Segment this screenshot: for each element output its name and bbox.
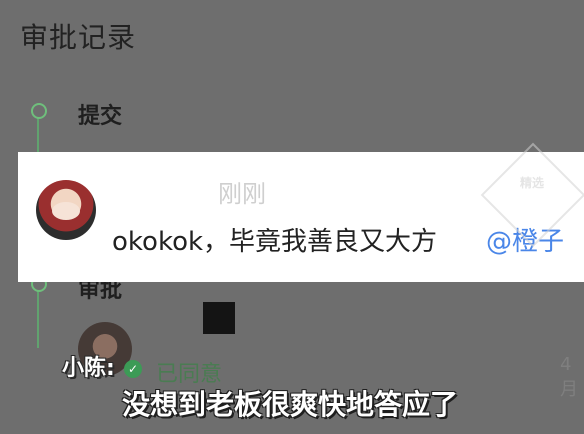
notification-time: 刚刚 <box>218 180 266 208</box>
watermark-text: 精选 <box>519 176 544 190</box>
message-notification[interactable]: 刚刚 okokok，毕竟我善良又大方 @橙子 <box>18 152 584 282</box>
step-label-submit: 提交 <box>78 104 123 129</box>
speaker-label: 小陈: <box>62 356 115 381</box>
user-avatar <box>36 180 96 240</box>
approval-date: 4月 <box>560 354 578 400</box>
check-icon: ✓ <box>124 360 142 378</box>
blocked-square <box>203 302 235 334</box>
notification-message: okokok，毕竟我善良又大方 <box>112 227 438 257</box>
video-subtitle: 没想到老板很爽快地答应了 <box>122 388 459 421</box>
step-dot-submit <box>31 103 47 119</box>
page-title: 审批记录 <box>20 21 137 54</box>
